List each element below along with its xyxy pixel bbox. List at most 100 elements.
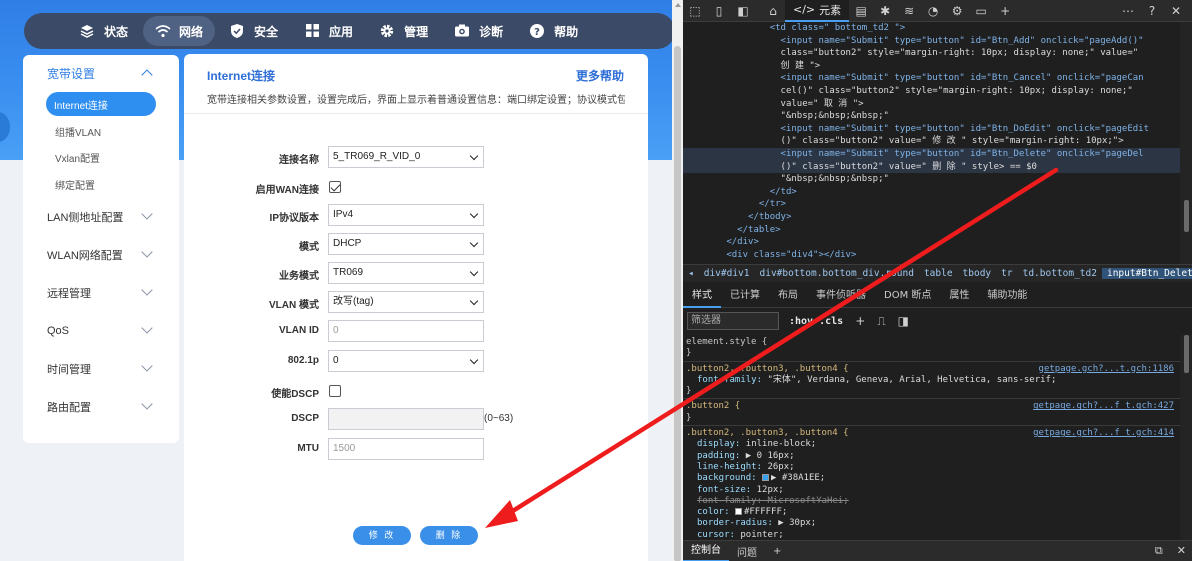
dom-node-line[interactable]: <input name="Submit" type="button" id="B… <box>683 123 1180 136</box>
enable-dscp-checkbox[interactable] <box>329 385 341 397</box>
sidebar-item-binding[interactable]: 绑定配置 <box>23 171 179 198</box>
bug-icon[interactable]: ✱ <box>873 0 897 22</box>
dom-node-line[interactable]: </tbody> <box>683 211 1180 224</box>
paint-icon[interactable]: ⎍ <box>877 314 885 329</box>
dom-node-line[interactable]: class="button2" style="margin-right: 10p… <box>683 47 1180 60</box>
breadcrumb-item[interactable]: td.bottom_td2 <box>1018 268 1102 279</box>
more-help-link[interactable]: 更多帮助 <box>576 67 624 84</box>
css-declaration[interactable]: border-radius: ▶ 30px; <box>686 518 1177 529</box>
styles-tab[interactable]: 属性 <box>940 284 978 308</box>
enable-wan-checkbox[interactable] <box>329 181 341 193</box>
dom-node-line[interactable]: ()" class="button2" value=" 删 除 " style>… <box>683 160 1180 174</box>
scrollbar-thumb[interactable] <box>674 46 681 561</box>
vlan-id-input[interactable]: 0 <box>328 320 484 342</box>
new-rule-icon[interactable]: + <box>855 314 865 328</box>
breadcrumb-item[interactable]: tbody <box>958 268 997 279</box>
css-rule[interactable]: element.style {} <box>683 335 1180 362</box>
dom-node-line[interactable]: <input name="Submit" type="button" id="B… <box>683 35 1180 48</box>
close-drawer-icon[interactable]: ✕ <box>1177 544 1186 558</box>
sidebar-item-vxlan[interactable]: Vxlan配置 <box>23 145 179 172</box>
breadcrumb-item[interactable]: table <box>919 268 958 279</box>
sidebar-group-broadband[interactable]: 宽带设置 <box>23 55 179 91</box>
device-toggle-icon[interactable]: ▯ <box>707 0 731 22</box>
breadcrumb-item[interactable]: div#bottom.bottom_div.round <box>755 268 919 279</box>
css-declaration[interactable]: background: ▶ #38A1EE; <box>686 473 1177 484</box>
styles-tab[interactable]: DOM 断点 <box>875 284 940 308</box>
breadcrumb-item[interactable]: tr <box>996 268 1017 279</box>
modify-button[interactable]: 修 改 <box>353 526 411 545</box>
css-source-link[interactable]: getpage.gch?...f_t.gch:427 <box>1033 401 1174 412</box>
sidebar-group-remote[interactable]: 远程管理 <box>23 274 179 312</box>
close-icon[interactable]: ✕ <box>1164 0 1188 22</box>
styles-tab[interactable]: 辅助功能 <box>978 284 1036 308</box>
dom-node-line[interactable]: "&nbsp;&nbsp;&nbsp;" <box>683 173 1180 186</box>
color-swatch[interactable] <box>762 474 770 482</box>
mtu-input[interactable]: 1500 <box>328 438 484 460</box>
css-rule[interactable]: .button2 {getpage.gch?...f_t.gch:427} <box>683 399 1180 427</box>
css-declaration[interactable]: display: inline-block; <box>686 439 1177 450</box>
breadcrumb-scroll-left-icon[interactable]: ◂ <box>683 268 699 279</box>
connection-name-select[interactable]: 5_TR069_R_VID_0 <box>328 146 484 168</box>
styles-tab[interactable]: 布局 <box>769 284 807 308</box>
css-declaration[interactable]: padding: ▶ 0 16px; <box>686 451 1177 462</box>
drawer-tab[interactable]: 问题 <box>729 544 765 559</box>
add-tab-icon[interactable]: + <box>993 0 1017 22</box>
dom-node-line[interactable]: value=" 取 消 "> <box>683 98 1180 111</box>
help-circle-icon[interactable]: ? <box>1140 0 1164 22</box>
scrollbar-thumb[interactable] <box>1184 335 1189 373</box>
styles-tab[interactable]: 样式 <box>683 284 721 308</box>
dom-node-line[interactable]: </div> <box>683 236 1180 249</box>
nav-network[interactable]: 网络 <box>143 16 216 46</box>
dom-node-line[interactable]: "&nbsp;&nbsp;&nbsp;" <box>683 110 1180 123</box>
css-declaration[interactable]: font-size: 12px; <box>686 485 1177 496</box>
color-swatch[interactable] <box>734 508 742 516</box>
css-declaration[interactable]: cursor: pointer; <box>686 530 1177 540</box>
nav-diagnose[interactable]: 诊断 <box>443 16 515 46</box>
dom-node-line[interactable]: </table> <box>683 224 1180 237</box>
page-scrollbar[interactable] <box>672 0 683 561</box>
dscp-input[interactable] <box>328 408 484 430</box>
dot1p-select[interactable]: 0 <box>328 350 484 372</box>
breadcrumb-item[interactable]: input#Btn_Delete.button2 <box>1101 268 1192 279</box>
add-drawer-tab-icon[interactable]: + <box>765 546 789 557</box>
styles-tab[interactable]: 事件侦听器 <box>807 284 875 308</box>
sidebar-item-multicast-vlan[interactable]: 组播VLAN <box>23 118 179 145</box>
application-icon[interactable]: ▭ <box>969 0 993 22</box>
more-icon[interactable]: ⋯ <box>1116 0 1140 22</box>
css-source-link[interactable]: getpage.gch?...f_t.gch:414 <box>1033 428 1174 439</box>
drawer-tab[interactable]: 控制台 <box>683 541 729 561</box>
nav-help[interactable]: ? 帮助 <box>518 16 590 46</box>
console-icon[interactable]: ▤ <box>849 0 873 22</box>
nav-manage[interactable]: 管理 <box>368 16 440 46</box>
dock-icon[interactable]: ◧ <box>731 0 755 22</box>
css-source-link[interactable]: getpage.gch?...t.gch:1186 <box>1039 364 1174 375</box>
dom-node-line[interactable]: <input name="Submit" type="button" id="B… <box>683 147 1180 161</box>
dom-node-line[interactable]: cel()" class="button2" style="margin-rig… <box>683 85 1180 98</box>
css-rule[interactable]: .button2, .button3, .button4 {getpage.gc… <box>683 426 1180 540</box>
dom-tree[interactable]: <td class=" bottom_td2 "> <input name="S… <box>683 22 1180 264</box>
dom-node-line[interactable]: <input name="Submit" type="button" id="B… <box>683 72 1180 85</box>
settings-gear-icon[interactable]: ⚙ <box>945 0 969 22</box>
breadcrumb-item[interactable]: div#div1 <box>699 268 755 279</box>
css-declaration[interactable]: line-height: 26px; <box>686 462 1177 473</box>
dom-node-line[interactable]: <div class="div4"></div> <box>683 249 1180 262</box>
scrollbar-thumb[interactable] <box>1184 200 1189 232</box>
dom-node-line[interactable]: ()" class="button2" value=" 修 改 " style=… <box>683 135 1180 148</box>
ip-version-select[interactable]: IPv4 <box>328 204 484 226</box>
scroll-up-arrow-icon[interactable] <box>675 3 681 7</box>
sidebar-group-lan[interactable]: LAN侧地址配置 <box>23 198 179 236</box>
hov-cls-toggle[interactable]: :hov .cls <box>789 316 843 327</box>
performance-icon[interactable]: ◔ <box>921 0 945 22</box>
sidebar-group-qos[interactable]: QoS <box>23 312 179 350</box>
css-declaration[interactable]: font-family: MicrosoftYaHei; <box>686 496 1177 507</box>
sidebar-group-time[interactable]: 时间管理 <box>23 350 179 388</box>
home-icon[interactable]: ⌂ <box>761 0 785 22</box>
inspect-icon[interactable]: ⬚ <box>683 0 707 22</box>
vlan-mode-select[interactable]: 改写(tag) <box>328 291 484 313</box>
styles-filter-input[interactable]: 筛选器 <box>687 312 779 330</box>
dom-scrollbar[interactable] <box>1180 22 1192 264</box>
dock-drawer-icon[interactable]: ⧉ <box>1155 544 1163 558</box>
styles-scrollbar[interactable] <box>1180 335 1192 540</box>
dom-node-line[interactable]: </tr> <box>683 198 1180 211</box>
tab-elements[interactable]: </> 元素 <box>785 0 850 22</box>
